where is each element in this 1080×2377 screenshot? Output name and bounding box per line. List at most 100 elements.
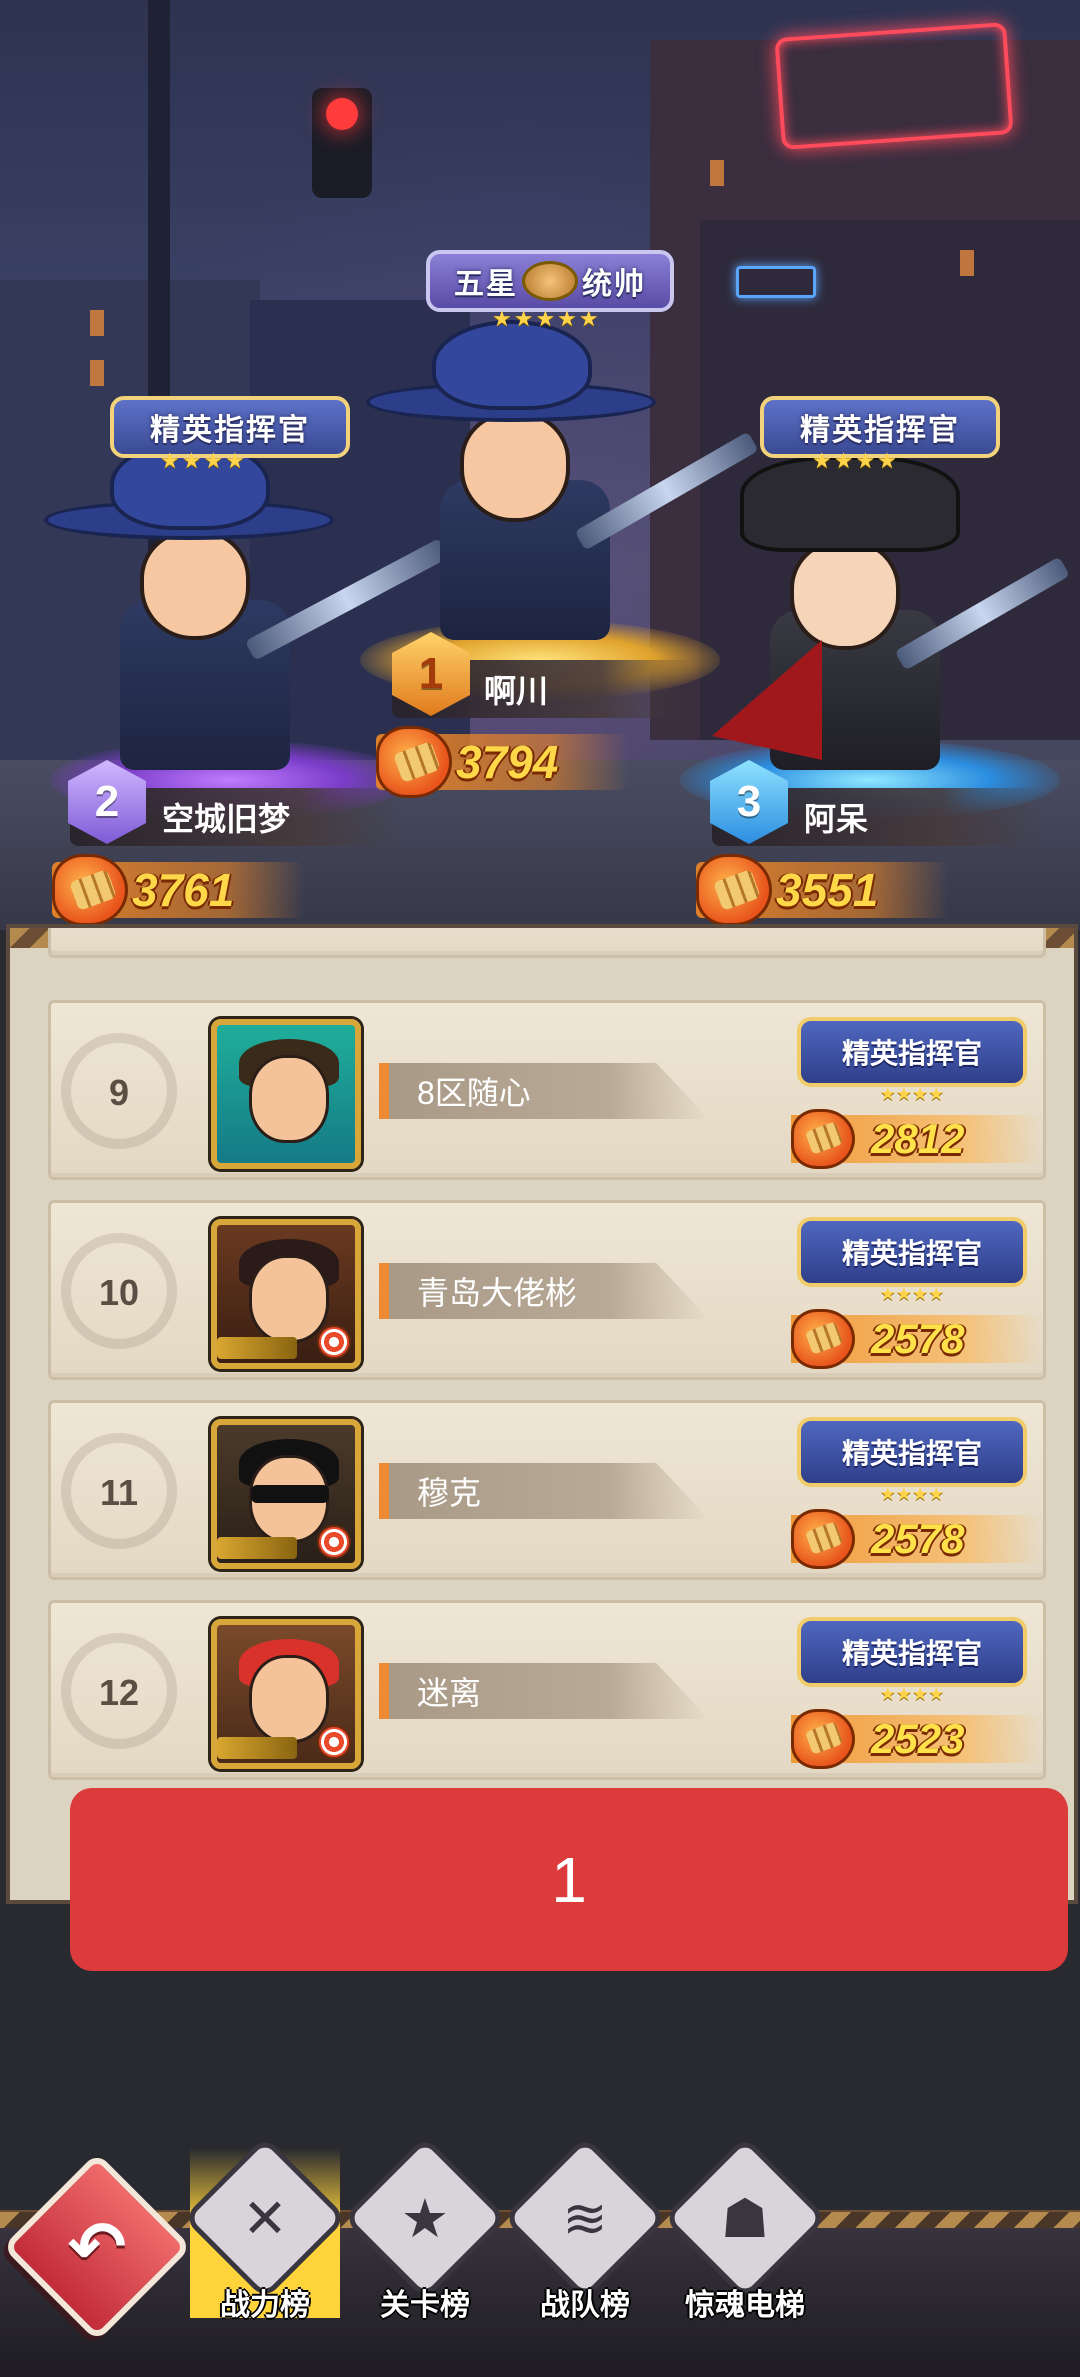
tab-label: 惊魂电梯: [685, 2289, 805, 2322]
power-value: 3761: [132, 864, 235, 916]
title-part-a: 五星: [454, 268, 518, 301]
gun-badge-icon: [217, 1737, 297, 1759]
player-name: 啊川: [484, 673, 549, 709]
tab-label: 战队榜: [540, 2289, 630, 2322]
back-arrow-icon[interactable]: ↶: [58, 2208, 136, 2286]
player-name: 阿呆: [804, 801, 869, 837]
elite-commander-badge: 精英指挥官 ★★★★: [797, 1617, 1027, 1704]
table-row[interactable]: 9 8区随心 精英指挥官 ★★★★ 2812: [48, 1000, 1046, 1180]
tab-power-ranking[interactable]: ✕ 战力榜: [182, 2135, 348, 2322]
podium-power-3: 3551: [696, 854, 949, 926]
podium-title-badge-1: 五星 统帅: [426, 250, 674, 312]
badge-stars: ★★★★: [879, 1484, 945, 1504]
table-row-partial: [48, 928, 1046, 958]
window-light: [960, 250, 974, 276]
player-name-tag: 迷离: [379, 1663, 709, 1719]
ranking-list-panel[interactable]: 9 8区随心 精英指挥官 ★★★★ 2812 10 青岛大佬彬 精英指挥官 ★★…: [6, 924, 1078, 1904]
rank-number: 11: [99, 1472, 139, 1513]
row-power: 2812: [751, 1109, 1041, 1169]
player-name-tag: 青岛大佬彬: [379, 1263, 709, 1319]
avatar[interactable]: [211, 1619, 361, 1769]
power-value: 2812: [871, 1115, 965, 1162]
character-face: [790, 540, 900, 650]
neon-sign: [774, 22, 1014, 150]
medal-star-icon: ★: [400, 2188, 450, 2249]
avatar[interactable]: [211, 1419, 361, 1569]
window-light: [710, 160, 724, 186]
power-value: 2523: [871, 1715, 965, 1762]
power-value: 3794: [456, 736, 559, 788]
badge-title: 精英指挥官: [841, 1238, 982, 1269]
gun-badge-icon: [217, 1537, 297, 1559]
elite-commander-badge: 精英指挥官 ★★★★: [797, 1417, 1027, 1504]
player-name: 穆克: [417, 1475, 482, 1511]
avatar[interactable]: [211, 1019, 361, 1169]
player-name: 青岛大佬彬: [417, 1275, 578, 1311]
badge-title: 精英指挥官: [841, 1638, 982, 1669]
bullet-power-icon: [696, 854, 772, 926]
tab-label: 关卡榜: [380, 2289, 470, 2322]
gun-badge-icon: [217, 1337, 297, 1359]
overlay-button[interactable]: 1: [70, 1788, 1068, 1971]
avatar-face: [249, 1255, 329, 1343]
overlay-button-label: 1: [551, 1843, 587, 1916]
badge-stars: ★★★★: [879, 1684, 945, 1704]
title-stars: ★★★★: [160, 448, 247, 473]
bullet-power-icon: [52, 854, 128, 926]
character-hat: [432, 320, 592, 410]
row-power: 2578: [751, 1309, 1041, 1369]
elite-commander-badge: 精英指挥官 ★★★★: [797, 1217, 1027, 1304]
sunglasses-icon: [251, 1485, 329, 1503]
character-face: [460, 412, 570, 522]
target-icon: [317, 1325, 351, 1359]
power-value: 3551: [776, 864, 879, 916]
avatar-face: [249, 1055, 329, 1143]
player-name: 迷离: [417, 1675, 482, 1711]
podium-power-2: 3761: [52, 854, 305, 926]
player-name-tag: 穆克: [379, 1463, 709, 1519]
row-power: 2523: [751, 1709, 1041, 1769]
badge-stars: ★★★★: [879, 1284, 945, 1304]
bullet-power-icon: [791, 1709, 855, 1769]
podium-power-1: 3794: [376, 726, 629, 798]
player-name: 8区随心: [417, 1075, 531, 1111]
table-row[interactable]: 10 青岛大佬彬 精英指挥官 ★★★★ 2578: [48, 1200, 1046, 1380]
rank-number: 10: [98, 1272, 140, 1313]
avatar[interactable]: [211, 1219, 361, 1369]
rank-number: 9: [108, 1072, 130, 1113]
team-shield-icon: ≋: [562, 2188, 608, 2249]
tab-ghost-elevator[interactable]: ☗ 惊魂电梯: [662, 2135, 828, 2322]
tab-label: 战力榜: [220, 2289, 310, 2322]
power-value: 2578: [871, 1315, 965, 1362]
tab-stage-ranking[interactable]: ★ 关卡榜: [342, 2135, 508, 2322]
title-part-b: 统帅: [582, 268, 646, 301]
player-name: 空城旧梦: [162, 801, 291, 837]
window-light: [90, 360, 104, 386]
table-row[interactable]: 11 穆克 精英指挥官 ★★★★ 2578: [48, 1400, 1046, 1580]
crossed-bullets-icon: ✕: [242, 2188, 288, 2249]
traffic-light: [312, 88, 372, 198]
character-face: [140, 530, 250, 640]
target-icon: [317, 1525, 351, 1559]
neon-sign-small: [736, 266, 816, 298]
elite-commander-badge: 精英指挥官 ★★★★: [797, 1017, 1027, 1104]
power-value: 2578: [871, 1515, 965, 1562]
window-light: [90, 310, 104, 336]
row-power: 2578: [751, 1509, 1041, 1569]
avatar-face: [249, 1655, 329, 1743]
ghost-elevator-icon: ☗: [720, 2188, 770, 2249]
tab-team-ranking[interactable]: ≋ 战队榜: [502, 2135, 668, 2322]
badge-title: 精英指挥官: [841, 1438, 982, 1469]
bullet-power-icon: [791, 1109, 855, 1169]
badge-title: 精英指挥官: [841, 1038, 982, 1069]
player-name-tag: 8区随心: [379, 1063, 709, 1119]
title-stars: ★★★★★: [492, 306, 601, 331]
rank-number: 12: [98, 1672, 140, 1713]
tiger-emblem-icon: [522, 261, 578, 301]
bullet-power-icon: [791, 1509, 855, 1569]
table-row[interactable]: 12 迷离 精英指挥官 ★★★★ 2523: [48, 1600, 1046, 1780]
badge-stars: ★★★★: [879, 1084, 945, 1104]
target-icon: [317, 1725, 351, 1759]
title-stars: ★★★★: [812, 448, 899, 473]
bullet-power-icon: [791, 1309, 855, 1369]
